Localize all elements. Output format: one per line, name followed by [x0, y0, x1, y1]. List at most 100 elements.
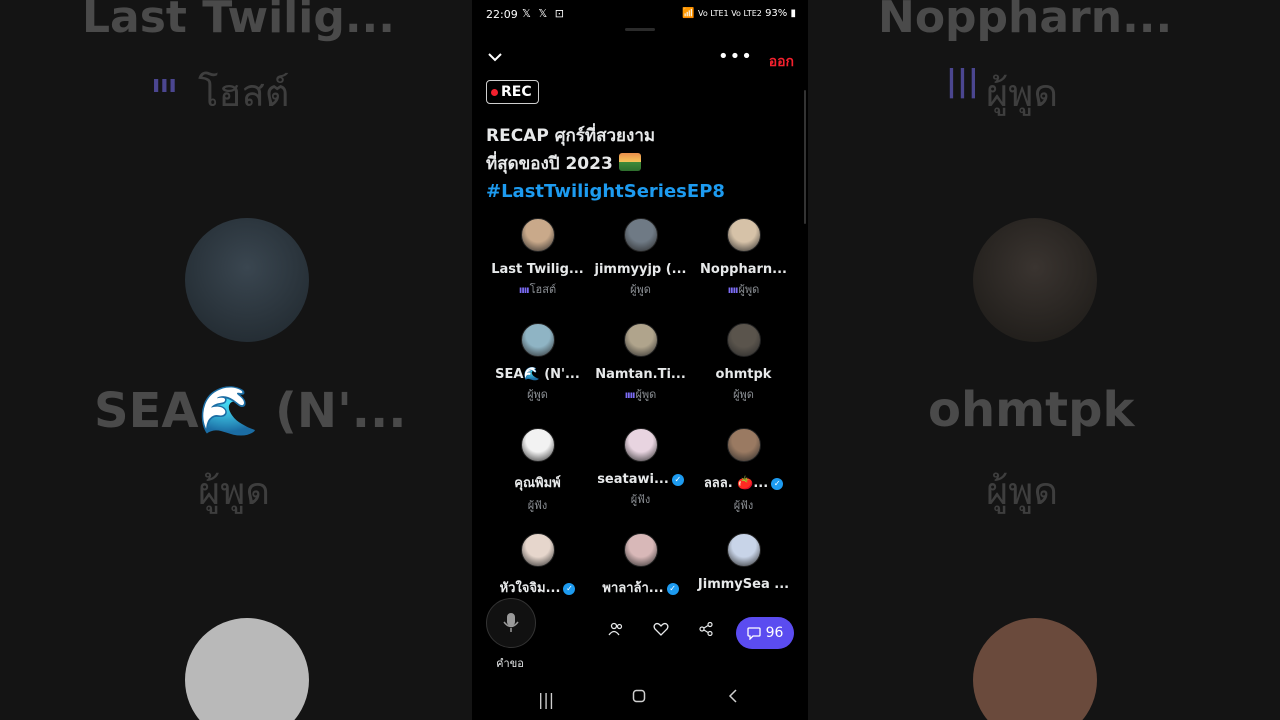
system-nav-bar: ||| — [472, 688, 808, 714]
bg-avatar-2 — [185, 618, 309, 720]
participant[interactable]: ohmtpk ผู้พูด — [692, 323, 795, 403]
bg-speaker-name-2: ohmtpk — [928, 382, 1135, 438]
bg-host-name: Last Twilig... — [82, 0, 395, 43]
participant-role-text: ผู้พูด — [635, 388, 657, 401]
participant-role-text: ผู้พูด — [527, 388, 548, 401]
bg-speaking-icon-right: ||| — [946, 64, 979, 99]
recent-apps-icon[interactable]: ||| — [538, 690, 554, 709]
participant[interactable]: seatawi... ✓ ผู้ฟัง — [589, 428, 692, 508]
bg-avatar — [185, 218, 309, 342]
share-icon[interactable] — [699, 621, 713, 640]
bg-avatar-right-2 — [973, 618, 1097, 720]
participant-role-text: โฮสต์ — [529, 283, 557, 296]
bg-host-role: โฮสต์ — [198, 71, 290, 115]
hashtag-link[interactable]: #LastTwilightSeriesEP8 — [486, 178, 786, 206]
participant-name-text: seatawi... — [597, 472, 669, 487]
avatar[interactable] — [520, 218, 555, 252]
request-mic-button[interactable] — [486, 598, 536, 648]
status-bar: 22:09 𝕏 𝕏 ⊡ 📶 Vo LTE1 Vo LTE2 93% ▮ — [472, 6, 808, 24]
participant-name: Noppharn... — [692, 262, 795, 277]
battery-icon: ▮ — [790, 8, 796, 19]
verified-badge-icon: ✓ — [671, 474, 684, 486]
speaking-indicator-icon: ıııı — [727, 285, 739, 296]
battery-level: 93% — [765, 8, 788, 19]
participant-role: ผู้ฟัง — [589, 490, 692, 508]
title-line-2-wrap: ที่สุดของปี 2023 — [486, 150, 786, 178]
participant-name-text: SEA🌊 (N'... — [495, 367, 580, 382]
phone-screen: 22:09 𝕏 𝕏 ⊡ 📶 Vo LTE1 Vo LTE2 93% ▮ ••• … — [472, 0, 808, 720]
participant-name-text: ohmtpk — [715, 367, 772, 382]
participant-name-text: JimmySea ... — [697, 577, 790, 592]
people-icon[interactable] — [608, 622, 624, 640]
more-options-icon[interactable]: ••• — [718, 46, 753, 67]
title-line-1: RECAP ศุกร์ที่สวยงาม — [486, 126, 656, 146]
participant[interactable]: หัวใจจิม... ✓ — [486, 533, 589, 598]
bg-speaker-name-top: Noppharn... — [878, 0, 1173, 43]
avatar[interactable] — [623, 428, 658, 462]
participant[interactable]: Last Twilig... ııııโฮสต์ — [486, 218, 589, 298]
avatar[interactable] — [520, 533, 555, 567]
participant-role: ผู้พูด — [692, 385, 795, 403]
avatar[interactable] — [726, 218, 761, 252]
title-line-2: ที่สุดของปี 2023 — [486, 154, 613, 174]
participant[interactable]: พาลาล้า... ✓ — [589, 533, 692, 598]
react-heart-icon[interactable] — [653, 622, 669, 640]
avatar[interactable] — [623, 218, 658, 252]
participant-role: ผู้ฟัง — [692, 496, 795, 514]
participant[interactable]: Noppharn... ııııผู้พูด — [692, 218, 795, 298]
background-right: Noppharn... ||| ผู้พูด ohmtpk ผู้พูด — [808, 0, 1280, 720]
status-right: 📶 Vo LTE1 Vo LTE2 93% ▮ — [682, 8, 796, 19]
participant-role: ııııผู้พูด — [692, 280, 795, 298]
bg-speaking-icon: ııı — [152, 70, 177, 98]
sheet-handle[interactable] — [625, 28, 655, 31]
participant-name: คุณพิมพ์ — [486, 472, 589, 493]
signal-text: Vo LTE1 Vo LTE2 — [697, 9, 762, 18]
rec-badge: REC — [486, 80, 539, 104]
background-left: Last Twilig... ııı โฮสต์ SEA🌊 (N'... ผู้… — [0, 0, 472, 720]
bg-speaker-name: SEA🌊 (N'... — [94, 383, 407, 439]
back-icon[interactable] — [728, 688, 738, 707]
participant-name: Last Twilig... — [486, 262, 589, 277]
status-time: 22:09 — [486, 8, 518, 21]
avatar[interactable] — [726, 428, 761, 462]
participant[interactable]: jimmyyjp (... ผู้พูด — [589, 218, 692, 298]
wifi-icon: 📶 — [682, 8, 695, 19]
avatar[interactable] — [623, 323, 658, 357]
bg-speaker-role-2: ผู้พูด — [986, 469, 1058, 513]
record-dot-icon — [491, 88, 498, 96]
participant-name: ohmtpk — [692, 367, 795, 382]
participant-role-text: ผู้พูด — [733, 388, 754, 401]
participant[interactable]: JimmySea ... — [692, 533, 795, 592]
bg-avatar-right — [973, 218, 1097, 342]
participant-name: jimmyyjp (... — [589, 262, 692, 277]
avatar[interactable] — [520, 428, 555, 462]
avatar[interactable] — [623, 533, 658, 567]
participant-role-text: ผู้พูด — [630, 283, 651, 296]
collapse-chevron-icon[interactable] — [486, 48, 504, 71]
participant[interactable]: SEA🌊 (N'... ผู้พูด — [486, 323, 589, 403]
speaking-indicator-icon: ıııı — [624, 390, 636, 401]
scrollbar[interactable] — [804, 90, 806, 224]
home-icon[interactable] — [632, 688, 646, 707]
rec-label: REC — [501, 84, 532, 100]
participant-role-text: ผู้พูด — [738, 283, 760, 296]
participant[interactable]: คุณพิมพ์ ผู้ฟัง — [486, 428, 589, 514]
leave-button[interactable]: ออก — [769, 51, 794, 73]
participant-name-text: ลลล. 🍅... — [703, 476, 769, 491]
avatar[interactable] — [520, 323, 555, 357]
avatar[interactable] — [726, 323, 761, 357]
participant[interactable]: Namtan.Ti... ııııผู้พูด — [589, 323, 692, 403]
comment-bubble-icon — [746, 626, 761, 640]
avatar[interactable] — [726, 533, 761, 567]
comments-button[interactable]: 96 — [736, 617, 794, 649]
participant-name: ลลล. 🍅... ✓ — [692, 472, 795, 493]
bottom-bar: คำขอ 96 — [472, 594, 808, 684]
participant[interactable]: ลลล. 🍅... ✓ ผู้ฟัง — [692, 428, 795, 514]
participant-name-text: คุณพิมพ์ — [514, 476, 561, 491]
comment-count: 96 — [765, 625, 784, 641]
participant-name: seatawi... ✓ — [589, 472, 692, 487]
participant-role: ผู้พูด — [486, 385, 589, 403]
participant-name: SEA🌊 (N'... — [486, 367, 589, 382]
bg-speaker-role-top: ผู้พูด — [986, 71, 1058, 115]
verified-badge-icon: ✓ — [771, 478, 784, 490]
